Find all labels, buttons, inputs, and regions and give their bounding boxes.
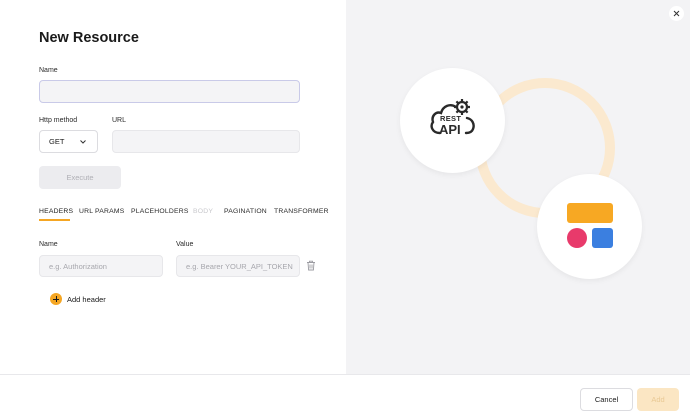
header-name-col-label: Name: [39, 241, 58, 248]
cancel-button[interactable]: Cancel: [580, 388, 633, 411]
pink-dot-icon: [567, 228, 587, 248]
http-method-label: Http method: [39, 117, 78, 124]
add-header-button[interactable]: Add header: [50, 293, 106, 305]
trash-icon[interactable]: [306, 260, 316, 271]
tab-headers[interactable]: HEADERS: [39, 208, 73, 215]
active-tab-indicator: [39, 219, 70, 221]
close-button[interactable]: [669, 6, 684, 21]
plus-icon: [50, 293, 62, 305]
tab-body: BODY: [193, 208, 214, 215]
add-header-label: Add header: [67, 294, 106, 304]
http-method-select[interactable]: GET: [39, 130, 98, 153]
header-value-input[interactable]: e.g. Bearer YOUR_API_TOKEN: [176, 255, 300, 277]
execute-button[interactable]: Execute: [39, 166, 121, 189]
tab-placeholders[interactable]: PLACEHOLDERS: [131, 208, 189, 215]
yellow-block-icon: [567, 203, 613, 223]
tab-transformer[interactable]: TRANSFORMER: [274, 208, 329, 215]
http-method-value: GET: [49, 137, 65, 146]
rest-api-badge: REST API: [400, 68, 505, 173]
close-icon: [673, 10, 680, 17]
blue-block-icon: [592, 228, 613, 248]
add-button[interactable]: Add: [637, 388, 679, 411]
chevron-down-icon: [80, 140, 86, 144]
app-blocks-badge: [537, 174, 642, 279]
name-input[interactable]: [39, 80, 300, 103]
name-label: Name: [39, 67, 58, 74]
page-title: New Resource: [39, 30, 139, 46]
url-label: URL: [112, 117, 127, 124]
header-value-col-label: Value: [176, 241, 194, 248]
header-name-input[interactable]: e.g. Authorization: [39, 255, 163, 277]
tab-url-params[interactable]: URL PARAMS: [79, 208, 124, 215]
api-label: API: [439, 122, 461, 137]
tab-pagination[interactable]: PAGINATION: [224, 208, 267, 215]
url-input[interactable]: [112, 130, 300, 153]
